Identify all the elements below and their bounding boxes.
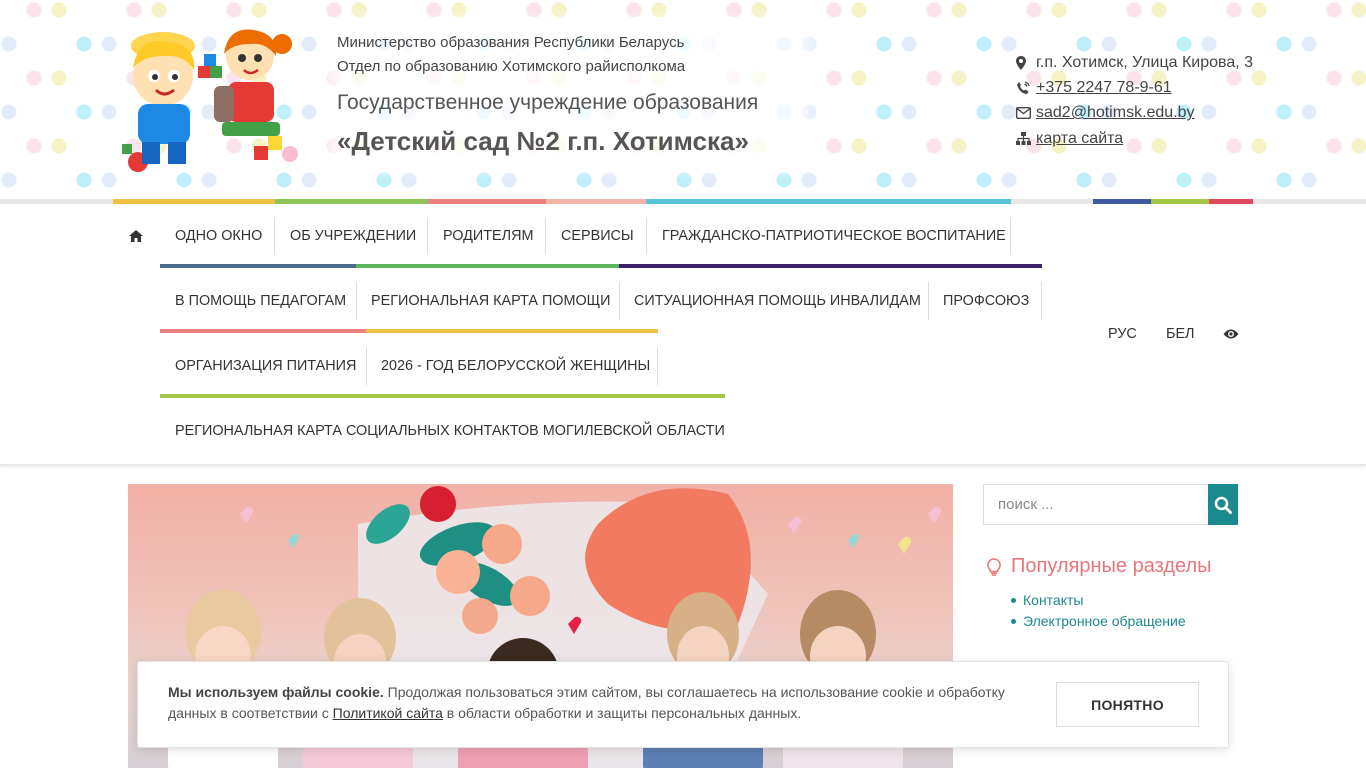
email-link[interactable]: sad2@hotimsk.edu.by bbox=[1036, 104, 1195, 122]
cookie-policy-link[interactable]: Политикой сайта bbox=[333, 705, 443, 721]
ministry-name: Министерство образования Республики Бела… bbox=[337, 31, 685, 79]
site-logo[interactable] bbox=[118, 26, 308, 176]
nav-disability-help[interactable]: СИТУАЦИОННАЯ ПОМОЩЬ ИНВАЛИДАМ bbox=[619, 282, 936, 320]
nav-parents[interactable]: РОДИТЕЛЯМ bbox=[428, 217, 548, 255]
phone-icon bbox=[1016, 81, 1036, 95]
cookie-banner: Мы используем файлы cookie. Продолжая по… bbox=[137, 661, 1229, 748]
nav-for-teachers[interactable]: В ПОМОЩЬ ПЕДАГОГАМ bbox=[160, 282, 361, 320]
sitemap-row: карта сайта bbox=[1016, 126, 1253, 151]
cookie-text-after: в области обработки и защиты персональны… bbox=[442, 705, 802, 721]
nav-nutrition[interactable]: ОРГАНИЗАЦИЯ ПИТАНИЯ bbox=[160, 347, 371, 385]
nav-regional-social-map[interactable]: РЕГИОНАЛЬНАЯ КАРТА СОЦИАЛЬНЫХ КОНТАКТОВ … bbox=[160, 412, 740, 450]
search-input[interactable]: поиск ... bbox=[983, 484, 1209, 525]
site-header: Министерство образования Республики Бела… bbox=[0, 0, 1366, 200]
address-row: г.п. Хотимск, Улица Кирова, 3 bbox=[1016, 50, 1253, 75]
nav-year-of-women[interactable]: 2026 - ГОД БЕЛОРУССКОЙ ЖЕНЩИНЫ bbox=[366, 347, 665, 385]
contacts-block: г.п. Хотимск, Улица Кирова, 3 +375 2247 … bbox=[1016, 50, 1253, 151]
nav-patriotic-education[interactable]: ГРАЖДАНСКО-ПАТРИОТИЧЕСКОЕ ВОСПИТАНИЕ bbox=[647, 217, 1021, 255]
home-icon[interactable] bbox=[128, 228, 144, 244]
nav-about[interactable]: ОБ УЧРЕЖДЕНИИ bbox=[275, 217, 431, 255]
link-e-appeal[interactable]: Электронное обращение bbox=[1023, 613, 1186, 629]
popular-sections-list: Контакты Электронное обращение bbox=[1011, 590, 1186, 632]
sitemap-icon bbox=[1016, 132, 1036, 146]
popular-title-text: Популярные разделы bbox=[1011, 555, 1212, 577]
cookie-bold: Мы используем файлы cookie. bbox=[168, 684, 384, 700]
popular-sections-title: Популярные разделы bbox=[987, 555, 1212, 578]
lang-ru[interactable]: РУС bbox=[1108, 326, 1137, 342]
phone-link[interactable]: +375 2247 78-9-61 bbox=[1036, 79, 1172, 97]
map-marker-icon bbox=[1016, 55, 1036, 70]
sitemap-link[interactable]: карта сайта bbox=[1036, 130, 1123, 148]
institution-name: «Детский сад №2 г.п. Хотимска» bbox=[337, 126, 749, 156]
list-item: Электронное обращение bbox=[1011, 611, 1186, 632]
search-button[interactable] bbox=[1208, 484, 1238, 525]
nav-regional-help-map[interactable]: РЕГИОНАЛЬНАЯ КАРТА ПОМОЩИ bbox=[356, 282, 626, 320]
institution-type: Государственное учреждение образования bbox=[337, 91, 759, 114]
cookie-accept-button[interactable]: ПОНЯТНО bbox=[1056, 682, 1199, 727]
address-text: г.п. Хотимск, Улица Кирова, 3 bbox=[1036, 53, 1254, 71]
nav-trade-union[interactable]: ПРОФСОЮЗ bbox=[928, 282, 1044, 320]
ministry-line-2: Отдел по образованию Хотимского райиспол… bbox=[337, 58, 686, 75]
link-contacts[interactable]: Контакты bbox=[1023, 592, 1083, 608]
main-navigation: ОДНО ОКНО ОБ УЧРЕЖДЕНИИ РОДИТЕЛЯМ СЕРВИС… bbox=[0, 204, 1366, 466]
nav-one-window[interactable]: ОДНО ОКНО bbox=[160, 217, 277, 255]
phone-row: +375 2247 78-9-61 bbox=[1016, 75, 1253, 100]
email-row: sad2@hotimsk.edu.by bbox=[1016, 101, 1253, 126]
envelope-icon bbox=[1016, 107, 1036, 120]
lang-by[interactable]: БЕЛ bbox=[1166, 326, 1195, 342]
cookie-text: Мы используем файлы cookie. Продолжая по… bbox=[168, 682, 1028, 724]
nav-services[interactable]: СЕРВИСЫ bbox=[546, 217, 649, 255]
eye-icon[interactable] bbox=[1223, 328, 1239, 340]
ministry-line-1: Министерство образования Республики Бела… bbox=[337, 34, 685, 51]
list-item: Контакты bbox=[1011, 590, 1186, 611]
search-icon bbox=[1214, 496, 1232, 514]
lightbulb-icon bbox=[987, 557, 1001, 576]
